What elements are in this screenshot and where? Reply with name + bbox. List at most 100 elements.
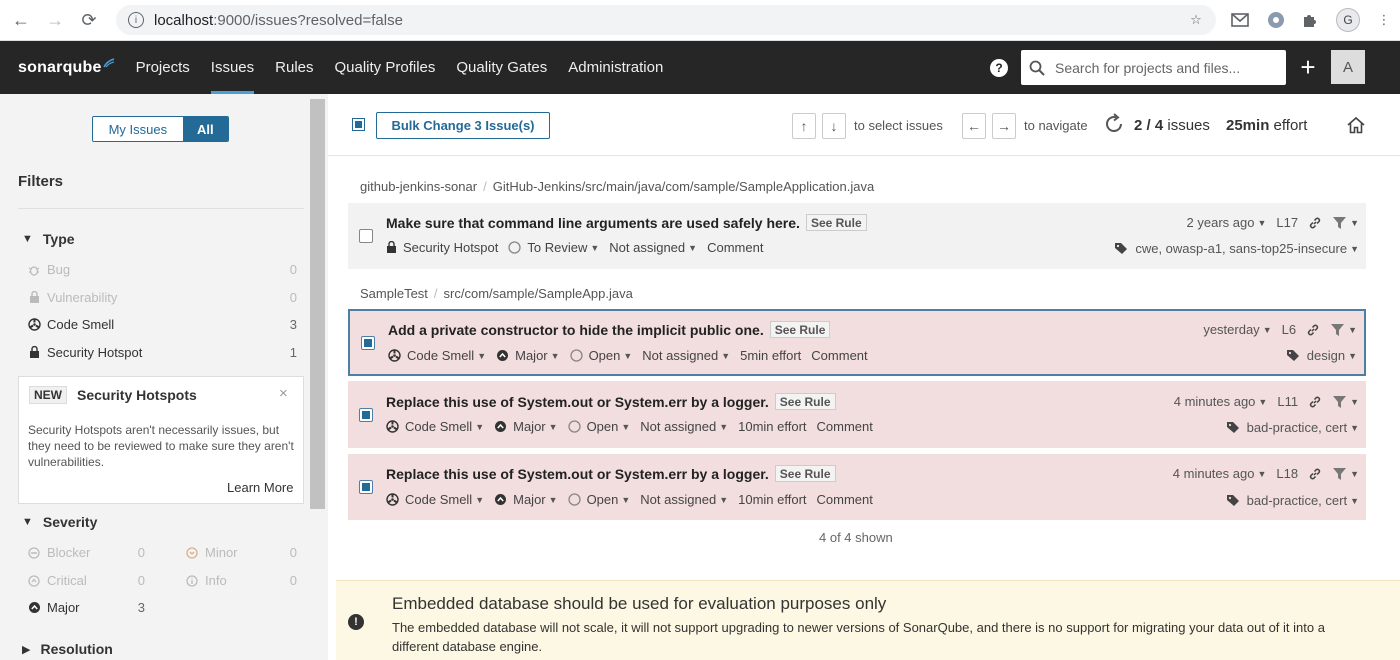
issue-status-dropdown[interactable]: Open ▼: [569, 348, 632, 363]
issue-type-dropdown[interactable]: Code Smell ▼: [386, 492, 484, 507]
issue-checkbox[interactable]: [361, 336, 375, 350]
issue-assignee-dropdown[interactable]: Not assigned ▼: [640, 419, 728, 434]
breadcrumb-file[interactable]: src/com/sample/SampleApp.java: [444, 286, 633, 301]
link-icon[interactable]: [1308, 467, 1322, 481]
create-plus-icon[interactable]: +: [1297, 51, 1319, 83]
down-key-button[interactable]: ↓: [822, 113, 846, 139]
facet-item-blocker[interactable]: Blocker 0: [27, 545, 145, 560]
right-key-button[interactable]: →: [992, 113, 1016, 139]
link-icon[interactable]: [1308, 216, 1322, 230]
issue-message[interactable]: Replace this use of System.out or System…: [386, 466, 769, 482]
profile-avatar[interactable]: G: [1336, 8, 1360, 32]
issue-checkbox[interactable]: [359, 480, 373, 494]
home-icon[interactable]: [1346, 116, 1366, 134]
facet-item-code-smell[interactable]: Code Smell 3: [27, 317, 297, 332]
facet-type-header[interactable]: ▼ Type: [22, 231, 75, 247]
issue-message[interactable]: Replace this use of System.out or System…: [386, 394, 769, 410]
user-avatar[interactable]: A: [1331, 50, 1365, 84]
issue-line[interactable]: L17: [1276, 215, 1298, 230]
issue-status-dropdown[interactable]: Open ▼: [567, 419, 630, 434]
issue-assignee-dropdown[interactable]: Not assigned ▼: [640, 492, 728, 507]
nav-quality-gates[interactable]: Quality Gates: [456, 41, 547, 94]
issue-line[interactable]: L6: [1282, 322, 1296, 337]
see-rule-button[interactable]: See Rule: [774, 465, 836, 482]
issue-assignee-dropdown[interactable]: Not assigned ▼: [609, 240, 697, 255]
issue-assignee-dropdown[interactable]: Not assigned ▼: [642, 348, 730, 363]
issue-row[interactable]: Make sure that command line arguments ar…: [348, 203, 1366, 269]
up-key-button[interactable]: ↑: [792, 113, 816, 139]
filter-icon[interactable]: [1332, 395, 1347, 409]
nav-projects[interactable]: Projects: [136, 41, 190, 94]
breadcrumb-file[interactable]: GitHub-Jenkins/src/main/java/com/sample/…: [493, 179, 875, 194]
issue-date[interactable]: 2 years ago: [1187, 215, 1255, 230]
star-icon[interactable]: ☆: [1186, 10, 1206, 30]
mail-icon[interactable]: [1230, 10, 1250, 30]
filter-icon[interactable]: [1332, 467, 1347, 481]
help-icon[interactable]: ?: [990, 59, 1008, 77]
issue-row[interactable]: Replace this use of System.out or System…: [348, 454, 1366, 520]
facet-item-major[interactable]: Major 3: [27, 600, 145, 615]
issue-status-dropdown[interactable]: To Review ▼: [508, 240, 599, 255]
issue-line[interactable]: L18: [1276, 466, 1298, 481]
issue-severity-dropdown[interactable]: Major ▼: [494, 492, 558, 507]
comment-button[interactable]: Comment: [707, 240, 763, 255]
issue-date[interactable]: 4 minutes ago: [1173, 466, 1255, 481]
issue-severity-dropdown[interactable]: Major ▼: [494, 419, 558, 434]
nav-rules[interactable]: Rules: [275, 41, 313, 94]
facet-severity-header[interactable]: ▼ Severity: [22, 514, 97, 530]
info-icon[interactable]: i: [128, 12, 144, 28]
issue-date[interactable]: yesterday: [1203, 322, 1259, 337]
select-all-checkbox[interactable]: [352, 118, 365, 131]
learn-more-link[interactable]: Learn More: [227, 480, 293, 495]
browser-menu-icon[interactable]: ⋮: [1374, 10, 1394, 30]
left-key-button[interactable]: ←: [962, 113, 986, 139]
issue-date[interactable]: 4 minutes ago: [1174, 394, 1256, 409]
reload-icon[interactable]: ⟳: [76, 7, 102, 33]
see-rule-button[interactable]: See Rule: [805, 214, 867, 231]
extension-circle-icon[interactable]: [1266, 10, 1286, 30]
issue-checkbox[interactable]: [359, 408, 373, 422]
issue-type-dropdown[interactable]: Code Smell ▼: [386, 419, 484, 434]
issue-tags[interactable]: design ▼: [1286, 348, 1357, 363]
nav-quality-profiles[interactable]: Quality Profiles: [335, 41, 436, 94]
reload-issues-icon[interactable]: [1103, 113, 1125, 135]
nav-issues[interactable]: Issues: [210, 41, 255, 94]
issue-type-dropdown[interactable]: Code Smell ▼: [388, 348, 486, 363]
issue-message[interactable]: Make sure that command line arguments ar…: [386, 215, 800, 231]
facet-resolution-header[interactable]: ▶ Resolution: [22, 641, 113, 657]
address-bar[interactable]: i localhost:9000/issues?resolved=false: [116, 5, 1216, 35]
puzzle-icon[interactable]: [1300, 10, 1320, 30]
issue-message[interactable]: Add a private constructor to hide the im…: [388, 322, 764, 338]
issue-tags[interactable]: bad-practice, cert ▼: [1226, 493, 1359, 508]
filter-icon[interactable]: [1332, 216, 1347, 230]
sonarqube-logo[interactable]: sonarqube: [18, 57, 115, 77]
facet-item-bug[interactable]: Bug 0: [27, 262, 297, 277]
issue-checkbox[interactable]: [359, 229, 373, 243]
comment-button[interactable]: Comment: [817, 419, 873, 434]
breadcrumb-project[interactable]: github-jenkins-sonar: [360, 179, 477, 194]
see-rule-button[interactable]: See Rule: [774, 393, 836, 410]
comment-button[interactable]: Comment: [811, 348, 867, 363]
issue-tags[interactable]: cwe, owasp-a1, sans-top25-insecure ▼: [1114, 241, 1359, 256]
issue-row[interactable]: Replace this use of System.out or System…: [348, 381, 1366, 448]
issue-tags[interactable]: bad-practice, cert ▼: [1226, 420, 1359, 435]
issue-row[interactable]: Add a private constructor to hide the im…: [348, 309, 1366, 376]
bulk-change-button[interactable]: Bulk Change 3 Issue(s): [376, 112, 550, 139]
issue-status-dropdown[interactable]: Open ▼: [567, 492, 630, 507]
facet-item-critical[interactable]: Critical 0: [27, 573, 145, 588]
issue-severity-dropdown[interactable]: Major ▼: [496, 348, 560, 363]
back-icon[interactable]: ←: [8, 7, 34, 33]
issue-line[interactable]: L11: [1277, 394, 1298, 409]
facet-item-info[interactable]: Info 0: [185, 573, 300, 588]
filter-icon[interactable]: [1330, 323, 1345, 337]
facet-item-minor[interactable]: Minor 0: [185, 545, 300, 560]
facet-item-security-hotspot[interactable]: Security Hotspot 1: [27, 345, 297, 360]
all-issues-button[interactable]: All: [182, 117, 228, 141]
forward-icon[interactable]: →: [42, 7, 68, 33]
see-rule-button[interactable]: See Rule: [769, 321, 831, 338]
comment-button[interactable]: Comment: [817, 492, 873, 507]
link-icon[interactable]: [1308, 395, 1322, 409]
close-icon[interactable]: ×: [279, 385, 288, 402]
my-issues-button[interactable]: My Issues: [93, 117, 183, 141]
nav-administration[interactable]: Administration: [568, 41, 663, 94]
